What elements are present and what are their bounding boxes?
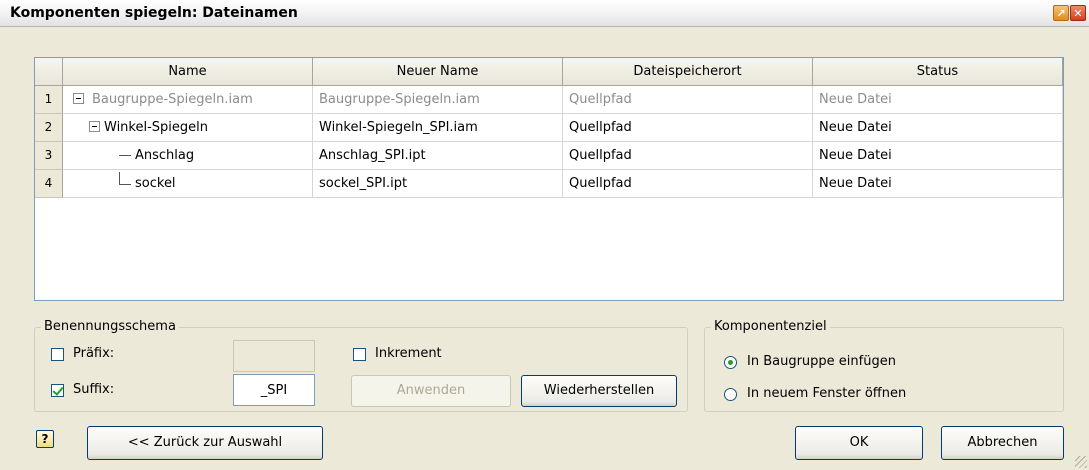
cell-location[interactable]: Quellpfad xyxy=(563,114,813,142)
column-header-location[interactable]: Dateispeicherort xyxy=(563,58,813,86)
cell-name[interactable]: Winkel-Spiegeln xyxy=(63,114,313,142)
increment-checkbox[interactable] xyxy=(353,348,366,361)
cell-name[interactable]: sockel xyxy=(63,170,313,198)
suffix-checkbox[interactable] xyxy=(51,384,64,397)
tree-branch-icon xyxy=(119,155,131,156)
cell-name-text: Winkel-Spiegeln xyxy=(104,120,208,135)
prefix-label: Präfix: xyxy=(73,346,115,361)
tree-branch-icon xyxy=(119,172,131,185)
row-number[interactable]: 2 xyxy=(35,114,63,142)
insert-in-assembly-radio[interactable] xyxy=(724,356,737,369)
insert-in-assembly-label[interactable]: In Baugruppe einfügen xyxy=(747,354,896,369)
restore-button[interactable]: Wiederherstellen xyxy=(521,375,677,407)
collapse-icon[interactable] xyxy=(89,121,100,132)
column-header-new-name[interactable]: Neuer Name xyxy=(313,58,563,86)
cell-name-text: Anschlag xyxy=(135,148,195,163)
suffix-input[interactable]: _SPI xyxy=(233,374,315,406)
row-number[interactable]: 4 xyxy=(35,170,63,198)
file-name-grid[interactable]: Name Neuer Name Dateispeicherort Status … xyxy=(34,57,1064,301)
cell-new-name[interactable]: Anschlag_SPI.ipt xyxy=(313,142,563,170)
cell-status[interactable]: Neue Datei xyxy=(813,86,1063,114)
prefix-checkbox[interactable] xyxy=(51,348,64,361)
table-row[interactable]: 3 Anschlag Anschlag_SPI.ipt Quellpfad Ne… xyxy=(35,142,1063,170)
column-header-name[interactable]: Name xyxy=(63,58,313,86)
column-header-status[interactable]: Status xyxy=(813,58,1063,86)
cell-name-text: sockel xyxy=(135,176,176,191)
row-number[interactable]: 1 xyxy=(35,86,63,114)
table-row[interactable]: 1 Baugruppe-Spiegeln.iam Baugruppe-Spieg… xyxy=(35,86,1063,114)
cell-new-name[interactable]: Winkel-Spiegeln_SPI.iam xyxy=(313,114,563,142)
grid-corner[interactable] xyxy=(35,58,63,86)
cell-status[interactable]: Neue Datei xyxy=(813,142,1063,170)
open-new-window-radio[interactable] xyxy=(724,388,737,401)
suffix-label: Suffix: xyxy=(73,382,115,397)
apply-button[interactable]: Anwenden xyxy=(351,375,511,407)
cell-name[interactable]: Baugruppe-Spiegeln.iam xyxy=(63,86,313,114)
table-row[interactable]: 4 sockel sockel_SPI.ipt Quellpfad Neue D… xyxy=(35,170,1063,198)
cell-status[interactable]: Neue Datei xyxy=(813,114,1063,142)
cell-name[interactable]: Anschlag xyxy=(63,142,313,170)
resize-grip-icon[interactable] xyxy=(1075,456,1087,468)
increment-label: Inkrement xyxy=(375,346,442,361)
cell-location[interactable]: Quellpfad xyxy=(563,170,813,198)
table-row[interactable]: 2 Winkel-Spiegeln Winkel-Spiegeln_SPI.ia… xyxy=(35,114,1063,142)
open-new-window-label[interactable]: In neuem Fenster öffnen xyxy=(747,386,906,401)
grid-header: Name Neuer Name Dateispeicherort Status xyxy=(35,58,1063,86)
cell-new-name[interactable]: sockel_SPI.ipt xyxy=(313,170,563,198)
cancel-button[interactable]: Abbrechen xyxy=(941,426,1064,460)
window-title: Komponenten spiegeln: Dateinamen xyxy=(10,5,298,21)
cell-status[interactable]: Neue Datei xyxy=(813,170,1063,198)
back-to-selection-button[interactable]: << Zurück zur Auswahl xyxy=(87,426,323,460)
component-target-legend: Komponentenziel xyxy=(711,319,830,334)
close-icon[interactable]: ✕ xyxy=(1070,5,1086,21)
pin-icon[interactable]: ↗ xyxy=(1053,5,1069,21)
row-number[interactable]: 3 xyxy=(35,142,63,170)
cell-location[interactable]: Quellpfad xyxy=(563,86,813,114)
cell-location[interactable]: Quellpfad xyxy=(563,142,813,170)
prefix-input[interactable] xyxy=(233,340,315,372)
help-icon[interactable]: ? xyxy=(36,430,54,448)
collapse-icon[interactable] xyxy=(73,93,84,104)
cell-new-name[interactable]: Baugruppe-Spiegeln.iam xyxy=(313,86,563,114)
naming-scheme-legend: Benennungsschema xyxy=(41,319,179,334)
ok-button[interactable]: OK xyxy=(795,426,923,460)
cell-name-text: Baugruppe-Spiegeln.iam xyxy=(92,92,253,107)
title-bar: Komponenten spiegeln: Dateinamen ↗ ✕ xyxy=(0,0,1089,27)
